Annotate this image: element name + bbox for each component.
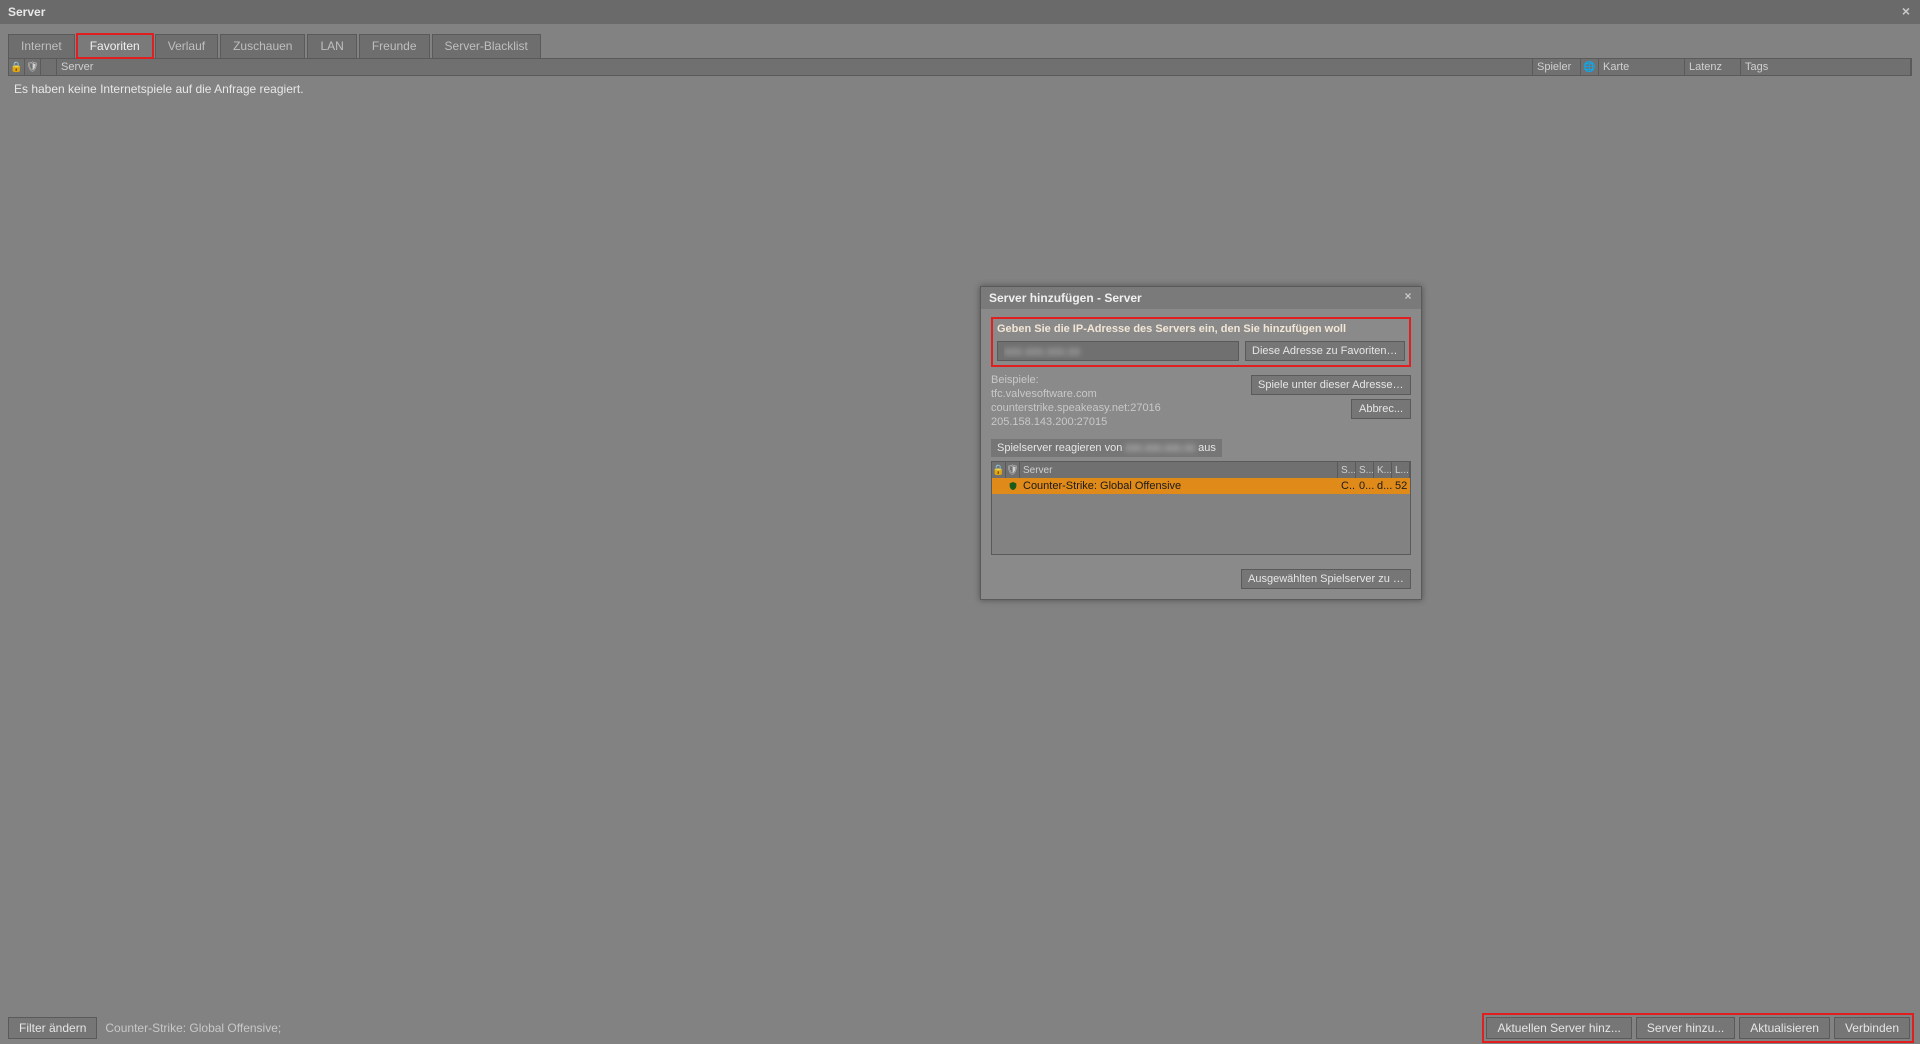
tab-zuschauen[interactable]: Zuschauen (220, 34, 305, 58)
row-vac-icon (1006, 478, 1020, 494)
inner-col-k[interactable]: K... (1374, 462, 1392, 478)
inner-col-s2[interactable]: S... (1356, 462, 1374, 478)
status-text: Counter-Strike: Global Offensive; (105, 1021, 281, 1035)
server-list-body: Es haben keine Internetspiele auf die An… (8, 76, 1912, 1012)
add-server-dialog: Server hinzufügen - Server × Geben Sie d… (980, 286, 1422, 600)
row-server-name: Counter-Strike: Global Offensive (1020, 478, 1338, 494)
ip-entry-frame: Geben Sie die IP-Adresse des Servers ein… (991, 317, 1411, 367)
tab-favoriten[interactable]: Favoriten (77, 34, 153, 58)
tab-freunde[interactable]: Freunde (359, 34, 430, 58)
column-spieler[interactable]: Spieler (1533, 59, 1581, 75)
dialog-server-row[interactable]: Counter-Strike: Global Offensive C... 0.… (992, 478, 1410, 494)
add-server-button[interactable]: Server hinzu... (1636, 1017, 1735, 1039)
inner-col-l[interactable]: L... (1392, 462, 1410, 478)
column-lock-icon[interactable]: 🔒 (9, 59, 25, 75)
inner-col-lock-icon[interactable]: 🔒 (992, 462, 1006, 478)
dialog-list-header: 🔒 🛡 Server S... S... K... L... (992, 462, 1410, 478)
row-s2: 0... (1356, 478, 1374, 494)
column-vac-icon[interactable]: 🛡 (25, 59, 41, 75)
ip-input[interactable] (997, 341, 1239, 361)
add-favorite-button[interactable]: Diese Adresse zu Favoriten hi... (1245, 341, 1405, 361)
window-title: Server (8, 5, 45, 19)
examples-label: Beispiele: (991, 373, 1161, 387)
column-fav-icon[interactable] (41, 59, 57, 75)
example-1: tfc.valvesoftware.com (991, 387, 1161, 401)
column-server[interactable]: Server (57, 59, 1533, 75)
add-selected-button[interactable]: Ausgewählten Spielserver zu Fav... (1241, 569, 1411, 589)
example-2: counterstrike.speakeasy.net:27016 (991, 401, 1161, 415)
dialog-server-list: 🔒 🛡 Server S... S... K... L... Counter-S… (991, 461, 1411, 555)
column-map-icon[interactable]: 🌐 (1581, 59, 1599, 75)
dialog-close-icon[interactable]: × (1401, 290, 1415, 304)
server-list-header: 🔒 🛡 Server Spieler 🌐 Karte Latenz Tags (8, 58, 1912, 76)
tab-lan[interactable]: LAN (307, 34, 356, 58)
tabs-row: Internet Favoriten Verlauf Zuschauen LAN… (0, 24, 1920, 58)
inner-col-server[interactable]: Server (1020, 462, 1338, 478)
tab-internet[interactable]: Internet (8, 34, 75, 58)
inner-col-s[interactable]: S... (1338, 462, 1356, 478)
example-3: 205.158.143.200:27015 (991, 415, 1161, 429)
row-l: 52 (1392, 478, 1410, 494)
row-lock-icon (992, 478, 1006, 494)
dialog-instruction: Geben Sie die IP-Adresse des Servers ein… (997, 323, 1405, 335)
dialog-titlebar: Server hinzufügen - Server × (981, 287, 1421, 309)
add-current-server-button[interactable]: Aktuellen Server hinz... (1486, 1017, 1631, 1039)
refresh-button[interactable]: Aktualisieren (1739, 1017, 1830, 1039)
column-tags[interactable]: Tags (1741, 59, 1911, 75)
column-latenz[interactable]: Latenz (1685, 59, 1741, 75)
tab-blacklist[interactable]: Server-Blacklist (432, 34, 541, 58)
tab-verlauf[interactable]: Verlauf (155, 34, 218, 58)
cancel-button[interactable]: Abbrec... (1351, 399, 1411, 419)
window-titlebar: Server × (0, 0, 1920, 24)
bottom-bar: Filter ändern Counter-Strike: Global Off… (0, 1012, 1920, 1044)
row-k: d... (1374, 478, 1392, 494)
row-s: C... (1338, 478, 1356, 494)
dialog-title: Server hinzufügen - Server (989, 291, 1142, 305)
find-games-button[interactable]: Spiele unter dieser Adresse s... (1251, 375, 1411, 395)
filter-button[interactable]: Filter ändern (8, 1017, 97, 1039)
inner-col-vac-icon[interactable]: 🛡 (1006, 462, 1020, 478)
close-icon[interactable]: × (1898, 4, 1914, 20)
examples-block: Beispiele: tfc.valvesoftware.com counter… (991, 373, 1161, 429)
respond-status: Spielserver reagieren von xxx.xxx.xxx.xx… (991, 439, 1222, 457)
bottom-button-group: Aktuellen Server hinz... Server hinzu...… (1484, 1015, 1912, 1041)
connect-button[interactable]: Verbinden (1834, 1017, 1910, 1039)
empty-message: Es haben keine Internetspiele auf die An… (14, 82, 1906, 96)
column-karte[interactable]: Karte (1599, 59, 1685, 75)
dialog-list-body (992, 494, 1410, 554)
